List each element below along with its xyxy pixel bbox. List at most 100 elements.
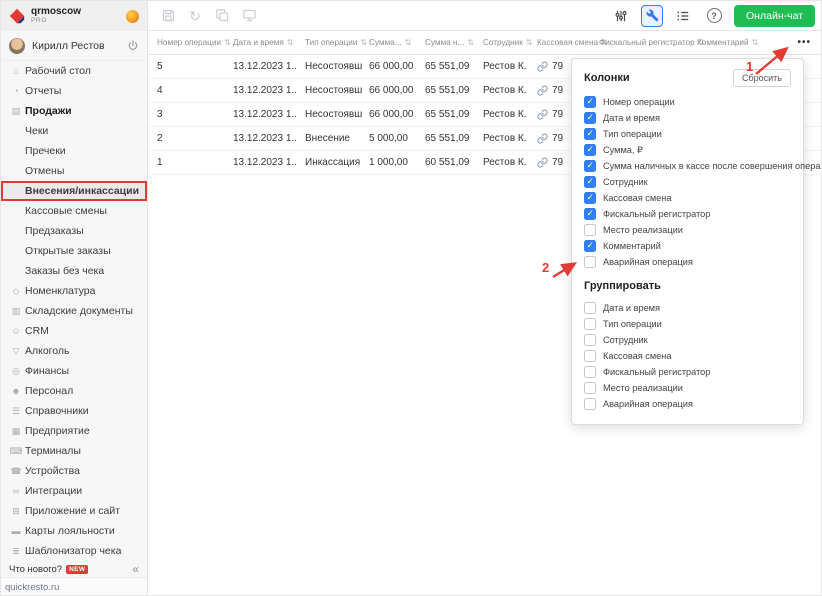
checkbox[interactable] xyxy=(584,208,596,220)
group-toggle-row[interactable]: Тип операции xyxy=(584,318,791,330)
copy-button[interactable] xyxy=(211,5,233,27)
sidebar-item[interactable]: Внесения/инкассации xyxy=(1,181,147,201)
table-settings-button[interactable] xyxy=(641,4,664,27)
sidebar-item[interactable]: ▤ Продажи xyxy=(1,101,147,121)
checkbox[interactable] xyxy=(584,112,596,124)
cell-shift-number: 79 xyxy=(552,61,564,72)
checkbox[interactable] xyxy=(584,96,596,108)
column-header[interactable]: Номер операции ⇅ xyxy=(149,38,231,47)
sidebar-item[interactable]: ⌂ Рабочий стол xyxy=(1,61,147,81)
group-toggle-row[interactable]: Место реализации xyxy=(584,382,791,394)
checkbox[interactable] xyxy=(584,160,596,172)
checkbox[interactable] xyxy=(584,240,596,252)
sidebar-item[interactable]: ☺ CRM xyxy=(1,321,147,341)
column-toggle-row[interactable]: Сотрудник xyxy=(584,176,791,188)
checkbox-label: Дата и время xyxy=(603,303,660,313)
sort-icon[interactable]: ⇅ xyxy=(287,38,294,47)
collapse-sidebar-button[interactable]: « xyxy=(132,562,139,576)
column-header[interactable]: Сумма... ⇅ xyxy=(363,38,419,47)
column-header[interactable]: Кассовая смена ⇅ xyxy=(529,38,608,47)
checkbox[interactable] xyxy=(584,302,596,314)
sort-icon[interactable]: ⇅ xyxy=(467,38,474,47)
sidebar-item[interactable]: ☎ Устройства xyxy=(1,461,147,481)
checkbox[interactable] xyxy=(584,398,596,410)
sidebar-item-icon: ▤ xyxy=(11,105,21,116)
group-toggle-row[interactable]: Кассовая смена xyxy=(584,350,791,362)
sidebar-item[interactable]: ▦ Предприятие xyxy=(1,421,147,441)
sort-icon[interactable]: ⇅ xyxy=(752,38,759,47)
checkbox[interactable] xyxy=(584,224,596,236)
sort-icon[interactable]: ⇅ xyxy=(405,38,412,47)
sidebar-item[interactable]: ☰ Справочники xyxy=(1,401,147,421)
sidebar-item[interactable]: Открытые заказы xyxy=(1,241,147,261)
theme-color-icon[interactable] xyxy=(126,9,139,23)
refresh-button[interactable]: ↻ xyxy=(184,5,206,27)
sidebar-item[interactable]: ▬ Карты лояльности xyxy=(1,521,147,541)
column-toggle-row[interactable]: Комментарий xyxy=(584,240,791,252)
sidebar-item[interactable]: ≣ Шаблонизатор чека xyxy=(1,541,147,561)
whats-new-label[interactable]: Что нового? xyxy=(9,564,62,575)
sidebar-item[interactable]: ◔ Отчеты xyxy=(1,81,147,101)
column-header[interactable]: Сотрудник ⇅ xyxy=(475,38,532,47)
save-button[interactable] xyxy=(157,5,179,27)
checkbox[interactable] xyxy=(584,192,596,204)
filters-button[interactable] xyxy=(610,5,632,27)
column-header[interactable]: Комментарий ⇅ xyxy=(689,38,758,47)
online-chat-button[interactable]: Онлайн-чат xyxy=(734,4,815,27)
column-header[interactable]: Дата и время ⇅ xyxy=(225,38,297,47)
quickresto-link[interactable]: quickresto.ru xyxy=(5,582,59,593)
user-row[interactable]: Кирилл Рестов xyxy=(1,31,147,61)
column-toggle-row[interactable]: Фискальный регистратор xyxy=(584,208,791,220)
sidebar-item[interactable]: ⌨ Терминалы xyxy=(1,441,147,461)
checkbox[interactable] xyxy=(584,256,596,268)
column-toggle-row[interactable]: Сумма наличных в кассе после совершения … xyxy=(584,160,821,172)
group-toggle-row[interactable]: Аварийная операция xyxy=(584,398,791,410)
column-header[interactable]: Сумма н... ⇅ xyxy=(419,38,475,47)
whats-new-row[interactable]: Что нового? NEW « xyxy=(1,561,147,577)
sidebar-item[interactable]: ▥ Складские документы xyxy=(1,301,147,321)
column-header[interactable]: Фискальный регистратор ⇅ xyxy=(591,38,704,47)
cell-shift-number: 79 xyxy=(552,109,564,120)
checkbox[interactable] xyxy=(584,366,596,378)
column-header[interactable]: Тип операции ⇅ xyxy=(297,38,367,47)
sidebar-item[interactable]: Кассовые смены xyxy=(1,201,147,221)
sidebar-item-label: Справочники xyxy=(25,405,89,417)
column-toggle-row[interactable]: Сумма, ₽ xyxy=(584,144,791,156)
group-toggle-row[interactable]: Фискальный регистратор xyxy=(584,366,791,378)
checkbox[interactable] xyxy=(584,350,596,362)
checkbox[interactable] xyxy=(584,128,596,140)
display-button[interactable] xyxy=(238,5,260,27)
group-toggle-row[interactable]: Сотрудник xyxy=(584,334,791,346)
sidebar-item[interactable]: ▽ Алкоголь xyxy=(1,341,147,361)
checkbox[interactable] xyxy=(584,318,596,330)
sidebar-item[interactable]: ⊞ Приложение и сайт xyxy=(1,501,147,521)
checkbox[interactable] xyxy=(584,144,596,156)
column-toggle-row[interactable]: Место реализации xyxy=(584,224,791,236)
column-toggle-row[interactable]: Кассовая смена xyxy=(584,192,791,204)
user-name: Кирилл Рестов xyxy=(32,39,105,52)
reset-columns-button[interactable]: Сбросить xyxy=(732,69,791,87)
sidebar-item[interactable]: Отмены xyxy=(1,161,147,181)
sidebar-item[interactable]: Чеки xyxy=(1,121,147,141)
sidebar-item[interactable]: Предзаказы xyxy=(1,221,147,241)
sidebar-item[interactable]: ◇ Номенклатура xyxy=(1,281,147,301)
checkbox-label: Аварийная операция xyxy=(603,399,693,409)
group-toggle-row[interactable]: Дата и время xyxy=(584,302,791,314)
checkbox[interactable] xyxy=(584,334,596,346)
sidebar-item[interactable]: Заказы без чека xyxy=(1,261,147,281)
help-button[interactable]: ? xyxy=(703,5,725,27)
column-toggle-row[interactable]: Аварийная операция xyxy=(584,256,791,268)
list-view-button[interactable] xyxy=(672,5,694,27)
sidebar-item[interactable]: ☻ Персонал xyxy=(1,381,147,401)
sidebar-item[interactable]: ◎ Финансы xyxy=(1,361,147,381)
checkbox[interactable] xyxy=(584,176,596,188)
column-toggle-row[interactable]: Дата и время xyxy=(584,112,791,124)
cell-datetime: 13.12.2023 1... xyxy=(233,157,297,168)
checkbox[interactable] xyxy=(584,382,596,394)
logout-icon[interactable] xyxy=(127,39,139,52)
column-toggle-row[interactable]: Номер операции xyxy=(584,96,791,108)
sidebar-item[interactable]: ∞ Интеграции xyxy=(1,481,147,501)
sidebar-item[interactable]: Пречеки xyxy=(1,141,147,161)
column-toggle-row[interactable]: Тип операции xyxy=(584,128,791,140)
table-more-button[interactable]: ••• xyxy=(797,37,821,48)
